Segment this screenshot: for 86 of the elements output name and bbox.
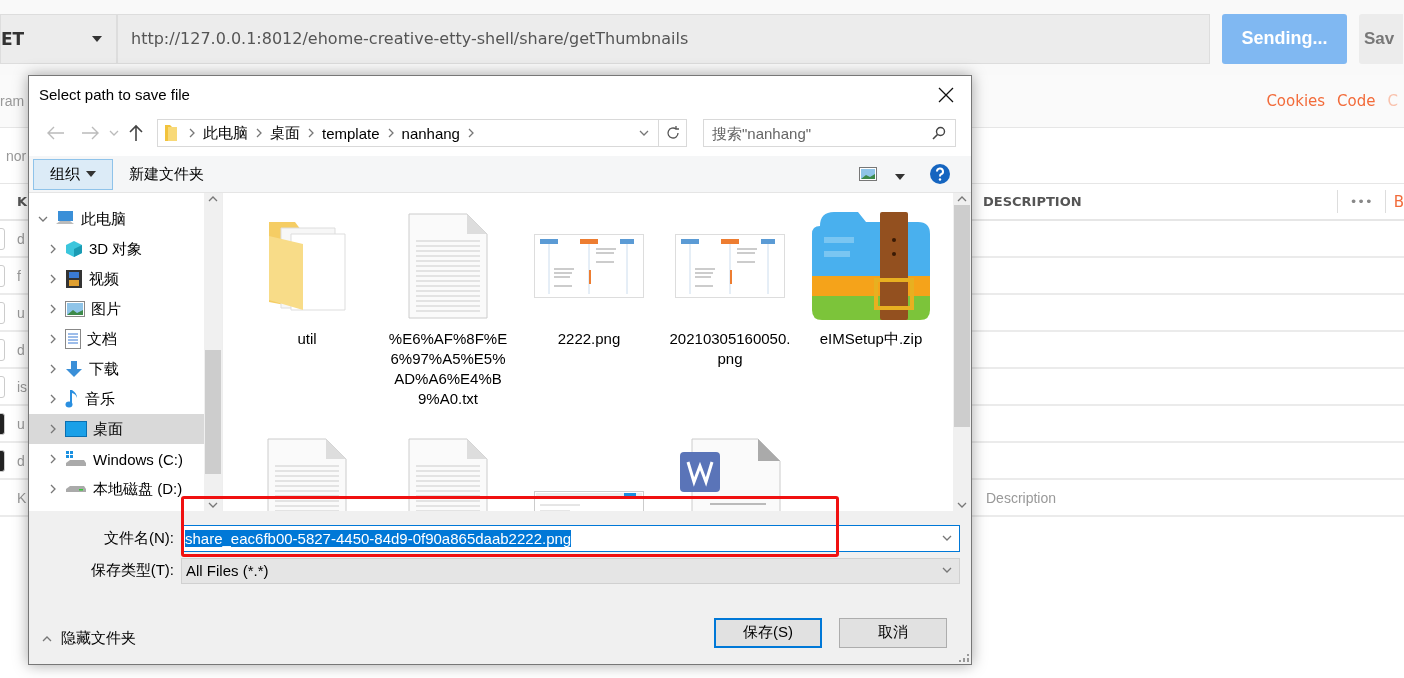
table-cell: d [17, 341, 25, 358]
tree-item[interactable]: Windows (C:) [29, 444, 204, 474]
tree-item-label: 桌面 [93, 419, 123, 439]
tree-item[interactable]: 3D 对象 [29, 234, 204, 264]
scrollbar[interactable] [204, 193, 222, 511]
file-item[interactable]: util [237, 203, 377, 428]
resize-grip-icon[interactable] [959, 652, 969, 662]
tree-item[interactable]: 图片 [29, 294, 204, 324]
tree-item-label: 下载 [89, 359, 119, 379]
file-type-select[interactable]: All Files (*.*) [181, 557, 960, 584]
tree-item-label: 3D 对象 [89, 239, 143, 259]
table-cell: f [17, 267, 21, 284]
file-name: %E6%AF%8F%E6%97%A5%E5%AD%A6%E4%B9%A0.txt [387, 329, 509, 409]
new-folder-button[interactable]: 新建文件夹 [123, 163, 210, 185]
tree-item-label: 音乐 [85, 389, 115, 409]
download-arrow-icon [65, 360, 83, 378]
search-icon [932, 126, 946, 140]
table-cell: d [17, 452, 25, 469]
archive-icon [810, 210, 932, 322]
breadcrumb[interactable]: nanhang [396, 124, 465, 142]
tree-item[interactable]: 桌面 [29, 414, 204, 444]
caret-icon [86, 171, 96, 177]
save-button[interactable]: 保存(S) [714, 617, 822, 648]
address-bar[interactable]: 此电脑 桌面 template nanhang [157, 119, 687, 147]
drive-icon [65, 450, 87, 468]
file-name: eIMSetup中.zip [818, 329, 924, 349]
method-select[interactable]: ET [0, 13, 117, 64]
url-field[interactable]: http://127.0.0.1:8012/ehome-creative-etty-shell/share/getThumbnails [117, 13, 1210, 64]
document-icon [65, 329, 81, 349]
cube-icon [65, 240, 83, 258]
tree-item[interactable]: 视频 [29, 264, 204, 294]
organize-button[interactable]: 组织 [33, 158, 113, 190]
hide-folders-button[interactable]: 隐藏文件夹 [41, 629, 136, 648]
file-name: 20210305160050.png [668, 329, 792, 369]
file-item[interactable]: eIMSetup中.zip [801, 203, 941, 428]
music-note-icon [65, 389, 79, 409]
tree-item-label: 文档 [87, 329, 117, 349]
more-button[interactable]: ••• [1336, 190, 1386, 213]
refresh-icon [664, 125, 681, 141]
tree-item-label: Windows (C:) [93, 450, 183, 468]
drive-icon [65, 485, 87, 493]
tree-item-label: 图片 [91, 299, 121, 319]
desktop-icon [65, 421, 87, 437]
search-field[interactable]: 搜索"nanhang" [703, 119, 956, 147]
breadcrumb[interactable]: 此电脑 [198, 123, 253, 143]
filename-field[interactable]: share_eac6fb00-5827-4450-84d9-0f90a865daab2222.png [181, 525, 960, 552]
file-name: util [296, 329, 318, 349]
caret-icon [92, 35, 102, 42]
film-icon [65, 269, 83, 289]
table-cell: u [17, 304, 25, 321]
caret-icon [895, 173, 905, 180]
landscape-icon [65, 301, 85, 317]
tree-item[interactable]: 本地磁盘 (D:) [29, 474, 204, 504]
tree-item[interactable]: 音乐 [29, 384, 204, 414]
field-label: 文件名(N): [103, 529, 175, 548]
tree-item-label: 此电脑 [81, 209, 126, 229]
cancel-button[interactable]: 取消 [839, 617, 947, 648]
column-header: K [17, 194, 28, 209]
tree-item[interactable]: 下载 [29, 354, 204, 384]
file-item[interactable]: 20210305160050.png [660, 203, 800, 428]
tree-item-label: 本地磁盘 (D:) [93, 479, 183, 499]
scrollbar[interactable] [953, 193, 971, 511]
chevron-down-icon [109, 129, 119, 137]
folder-icon [164, 124, 178, 142]
file-item[interactable]: 2222.png [519, 203, 659, 428]
text-file-icon [408, 213, 488, 319]
help-icon[interactable] [929, 163, 951, 185]
field-label: 保存类型(T): [89, 561, 175, 580]
arrow-left-icon [47, 126, 65, 140]
tree-item[interactable]: 此电脑 [29, 204, 204, 234]
tree-item-label: 视频 [89, 269, 119, 289]
breadcrumb[interactable]: template [317, 124, 385, 142]
breadcrumb[interactable]: 桌面 [265, 123, 305, 143]
close-icon [938, 86, 954, 103]
arrow-right-icon [81, 126, 99, 140]
file-item[interactable]: %E6%AF%8F%E6%97%A5%E5%AD%A6%E4%B9%A0.txt [378, 203, 518, 428]
arrow-up-icon [129, 124, 143, 142]
table-cell: u [17, 415, 25, 432]
save-button[interactable]: Sav [1359, 13, 1403, 64]
table-cell: is [17, 378, 28, 395]
table-cell: d [17, 230, 25, 247]
dialog-title: Select path to save file [39, 86, 190, 103]
tree-item[interactable]: 文档 [29, 324, 204, 354]
view-mode-icon[interactable] [859, 167, 877, 181]
column-header: DESCRIPTION [983, 194, 1082, 209]
file-name: 2222.png [556, 329, 622, 349]
